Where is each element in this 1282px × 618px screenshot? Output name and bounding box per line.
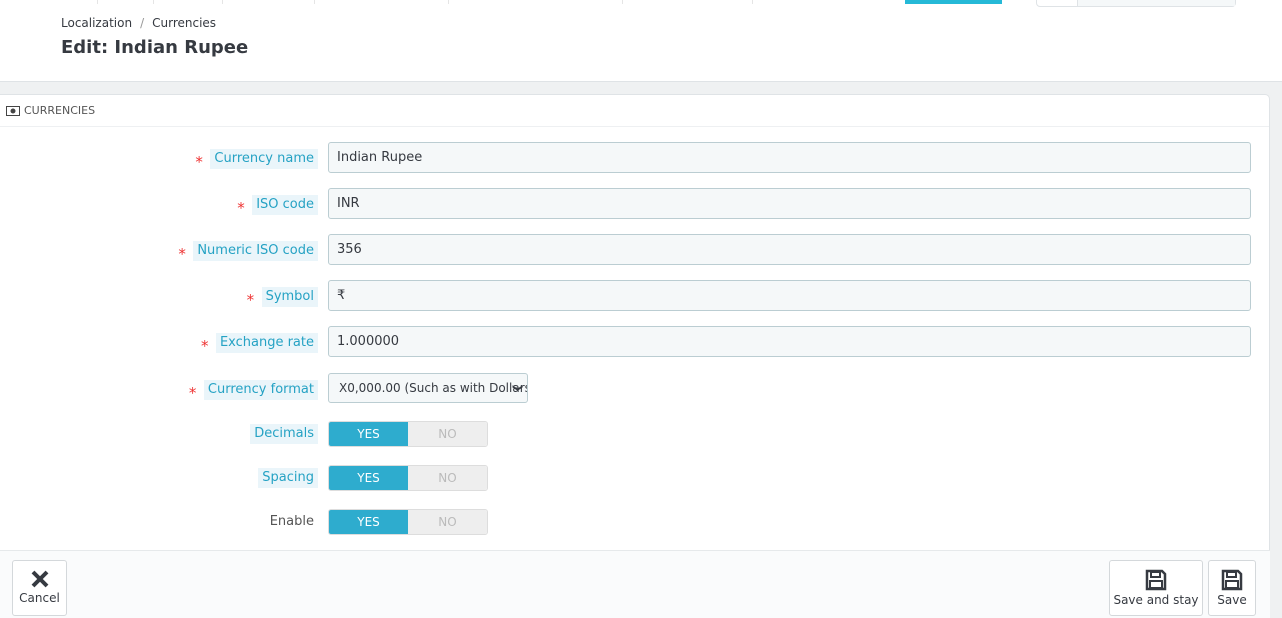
nav-divider: [153, 0, 154, 4]
form-row-spacing: Spacing YES NO: [0, 465, 1270, 497]
iso-code-input[interactable]: INR: [328, 188, 1251, 219]
symbol-input[interactable]: ₹: [328, 280, 1251, 311]
decimals-label: Decimals: [250, 424, 318, 444]
switch-no[interactable]: NO: [408, 466, 487, 490]
label-text: Currency format: [207, 382, 314, 397]
required-marker: *: [195, 153, 203, 171]
panel-heading: CURRENCIES: [0, 95, 1269, 127]
nav-divider: [752, 0, 753, 4]
form-row-iso-code: * ISO code INR: [0, 188, 1270, 220]
cancel-label: Cancel: [19, 591, 60, 605]
money-icon: [6, 105, 20, 116]
switch-yes[interactable]: YES: [329, 466, 408, 490]
save-and-stay-button[interactable]: Save and stay: [1109, 560, 1203, 616]
breadcrumb-localization[interactable]: Localization: [61, 16, 132, 30]
label-text: ISO code: [256, 197, 314, 212]
label-text: Symbol: [265, 289, 314, 304]
nav-divider: [222, 0, 223, 4]
switch-yes[interactable]: YES: [329, 510, 408, 534]
form-row-decimals: Decimals YES NO: [0, 421, 1270, 453]
spacing-label: Spacing: [258, 468, 318, 488]
symbol-label: * Symbol: [247, 287, 318, 309]
switch-no[interactable]: NO: [408, 422, 487, 446]
currency-format-label: * Currency format: [189, 380, 318, 402]
exchange-rate-label: * Exchange rate: [201, 333, 318, 355]
switch-yes[interactable]: YES: [329, 422, 408, 446]
form-row-numeric-iso-code: * Numeric ISO code 356: [0, 234, 1270, 266]
required-marker: *: [246, 291, 255, 309]
numeric-iso-code-label: * Numeric ISO code: [178, 241, 318, 263]
numeric-iso-code-input[interactable]: 356: [328, 234, 1251, 265]
active-tab-indicator[interactable]: [905, 0, 1002, 4]
decimals-switch[interactable]: YES NO: [328, 421, 488, 447]
chevron-down-icon: ❯: [511, 383, 523, 393]
currency-format-select[interactable]: X0,000.00 (Such as with Dollars) ❯: [328, 373, 528, 403]
selected-value: X0,000.00 (Such as with Dollars): [339, 381, 528, 395]
required-marker: *: [200, 337, 209, 355]
form-row-currency-format: * Currency format X0,000.00 (Such as with…: [0, 373, 1270, 405]
form-footer: Cancel Save and stay Save: [0, 550, 1270, 618]
label-text: Exchange rate: [219, 335, 314, 350]
save-icon: [1145, 569, 1167, 591]
form-row-currency-name: * Currency name Indian Rupee: [0, 142, 1270, 174]
cancel-button[interactable]: Cancel: [12, 560, 67, 616]
form-row-enable: Enable YES NO: [0, 509, 1270, 541]
breadcrumb: Localization / Currencies: [61, 16, 216, 30]
required-marker: *: [237, 199, 245, 217]
close-icon: [31, 570, 48, 588]
save-icon: [1221, 569, 1243, 591]
currency-form-panel: CURRENCIES * Currency name Indian Rupee *…: [0, 94, 1270, 618]
label-text: Currency name: [214, 151, 314, 166]
form-row-exchange-rate: * Exchange rate 1.000000: [0, 326, 1270, 358]
switch-no[interactable]: NO: [408, 510, 487, 534]
iso-code-label: * ISO code: [237, 195, 318, 217]
enable-switch[interactable]: YES NO: [328, 509, 488, 535]
spacing-switch[interactable]: YES NO: [328, 465, 488, 491]
currency-name-input[interactable]: Indian Rupee: [328, 142, 1251, 173]
page-header: Localization / Currencies Edit: Indian Rup…: [0, 0, 1282, 82]
nav-divider: [97, 0, 98, 4]
breadcrumb-currencies[interactable]: Currencies: [152, 16, 216, 30]
enable-label: Enable: [269, 514, 314, 529]
page-title: Edit: Indian Rupee: [61, 37, 249, 58]
nav-divider: [622, 0, 623, 4]
panel-title: CURRENCIES: [24, 104, 96, 117]
save-and-stay-label: Save and stay: [1113, 593, 1199, 607]
breadcrumb-separator: /: [140, 16, 145, 30]
save-button[interactable]: Save: [1208, 560, 1256, 616]
search-box[interactable]: [1036, 0, 1236, 7]
nav-divider: [314, 0, 315, 4]
required-marker: *: [178, 245, 186, 263]
exchange-rate-input[interactable]: 1.000000: [328, 326, 1251, 357]
label-text: Numeric ISO code: [197, 243, 314, 258]
form-row-symbol: * Symbol ₹: [0, 280, 1270, 312]
required-marker: *: [188, 384, 197, 402]
currency-name-label: * Currency name: [195, 149, 318, 171]
save-label: Save: [1217, 593, 1247, 607]
nav-divider: [448, 0, 449, 4]
